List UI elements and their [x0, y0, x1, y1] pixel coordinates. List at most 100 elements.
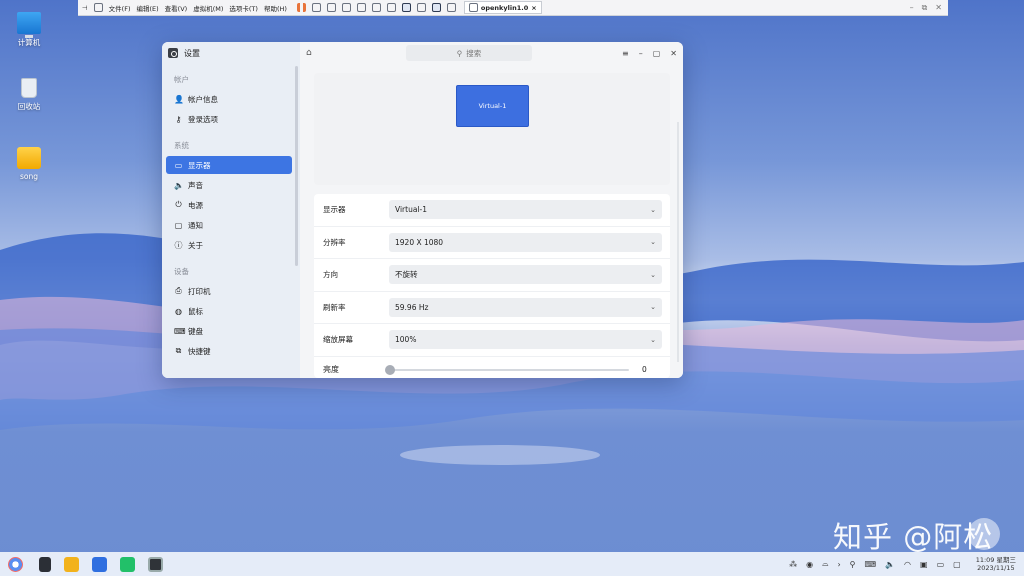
file-manager-icon[interactable]: [64, 556, 79, 572]
system-tray: ⁂ ◉ ⌓ › ⚲ ⌨ 🔈 ◠ ▣ ▭ ▢ 11:09 星期三 2023/11/…: [789, 556, 1016, 572]
desktop-icon-trash[interactable]: 回收站: [4, 78, 54, 112]
vm-menu-view[interactable]: 查看(V): [165, 3, 188, 13]
console-icon[interactable]: [431, 3, 441, 12]
notes-icon[interactable]: [120, 556, 135, 572]
settings-main: ⌂ ⚲ 搜索 ≡ – ▢ ✕ Virtual-1 显示器 Virtual-1 ⌄ 分辨…: [300, 42, 683, 378]
chevron-down-icon: ⌄: [650, 303, 656, 312]
sidebar-item-notification[interactable]: ▢ 通知: [166, 216, 292, 234]
sidebar-item-shortcut[interactable]: ⧉ 快捷键: [166, 342, 292, 360]
vm-tab-title: openkylin1.0: [480, 3, 529, 12]
desktop-icon-computer[interactable]: 计算机: [4, 12, 54, 48]
vm-menu-file[interactable]: 文件(F): [109, 3, 131, 13]
sidebar-item-printer[interactable]: ⎙ 打印机: [166, 282, 292, 300]
clock[interactable]: 11:09 星期三 2023/11/15: [976, 556, 1016, 572]
setting-dropdown[interactable]: Virtual-1 ⌄: [389, 200, 662, 220]
vm-back-icon[interactable]: ⊣: [82, 4, 88, 12]
sidebar-item-label: 打印机: [188, 286, 211, 296]
unity-icon[interactable]: [416, 3, 426, 12]
snapshot-manager-icon[interactable]: [356, 3, 366, 12]
brightness-value: 0: [642, 365, 647, 374]
desktop-icon-folder[interactable]: song: [4, 147, 54, 181]
sidebar-scrollbar[interactable]: [295, 66, 298, 266]
sidebar-item-monitor[interactable]: ▭ 显示器: [166, 156, 292, 174]
clock-time: 11:09 星期三: [975, 556, 1016, 564]
revert-snapshot-icon[interactable]: [341, 3, 351, 12]
vm-menu-help[interactable]: 帮助(H): [264, 3, 287, 13]
multitask-icon[interactable]: [39, 556, 51, 572]
setting-label: 显示器: [323, 205, 346, 215]
setting-label: 方向: [323, 270, 338, 280]
window-switch-icon[interactable]: ▣: [920, 560, 928, 569]
window-title: 设置: [184, 48, 200, 58]
settings-taskbar-icon[interactable]: [148, 556, 163, 572]
sidebar-item-user[interactable]: 👤 帐户信息: [166, 90, 292, 108]
setting-dropdown[interactable]: 不旋转 ⌄: [389, 265, 662, 285]
watermark-avatar: [968, 518, 1000, 550]
thumbnail-icon[interactable]: [386, 3, 396, 12]
vm-menu-vm[interactable]: 虚拟机(M): [193, 3, 223, 13]
main-scrollbar[interactable]: [677, 122, 679, 362]
stretch-icon[interactable]: [446, 3, 456, 12]
maximize-icon[interactable]: ▢: [653, 49, 661, 58]
restore-icon[interactable]: ⧉: [922, 3, 928, 13]
user-icon: 👤: [174, 94, 184, 104]
close-icon[interactable]: ✕: [935, 3, 942, 13]
sidebar-toggle-icon[interactable]: [371, 3, 381, 12]
sidebar-item-label: 电源: [188, 200, 203, 210]
vm-menu-tabs[interactable]: 选项卡(T): [229, 3, 258, 13]
setting-label: 分辨率: [323, 237, 346, 247]
input-method-icon[interactable]: ◉: [806, 560, 813, 569]
sidebar-group-title: 设备: [174, 267, 189, 276]
computer-icon: [17, 12, 41, 38]
dropdown-value: Virtual-1: [395, 205, 427, 215]
window-controls: ≡ – ▢ ✕: [622, 49, 677, 58]
expand-tray-icon[interactable]: ›: [837, 560, 840, 569]
sidebar-item-info[interactable]: ⓘ 关于: [166, 236, 292, 254]
vm-library-icon[interactable]: [93, 3, 103, 12]
sidebar-item-label: 通知: [188, 220, 203, 230]
vm-tab[interactable]: openkylin1.0 ×: [463, 1, 542, 14]
setting-row: 显示器 Virtual-1 ⌄: [314, 194, 670, 227]
volume-icon[interactable]: 🔈: [885, 560, 895, 569]
message-icon[interactable]: ▭: [937, 560, 945, 569]
setting-label: 刷新率: [323, 302, 346, 312]
fullscreen-icon[interactable]: [401, 3, 411, 12]
brightness-slider[interactable]: [385, 364, 629, 375]
sidebar-item-label: 登录选项: [188, 114, 218, 124]
monitor-preview[interactable]: Virtual-1: [456, 85, 529, 127]
vm-menu-edit[interactable]: 编辑(E): [136, 3, 158, 13]
sidebar-item-label: 帐户信息: [188, 94, 218, 104]
bluetooth-icon[interactable]: ⌓: [822, 559, 828, 569]
dropdown-value: 100%: [395, 335, 417, 345]
wifi-icon[interactable]: ◠: [904, 560, 911, 569]
send-keys-icon[interactable]: [311, 3, 321, 12]
menu-icon[interactable]: ≡: [622, 49, 629, 58]
close-tab-icon[interactable]: ×: [531, 4, 536, 12]
pause-icon[interactable]: [296, 3, 306, 12]
sidebar-item-power[interactable]: ⏻ 电源: [166, 196, 292, 214]
setting-dropdown[interactable]: 1920 X 1080 ⌄: [389, 232, 662, 252]
app-store-icon[interactable]: [92, 556, 107, 572]
snapshot-icon[interactable]: [326, 3, 336, 12]
search-icon[interactable]: ⚲: [850, 560, 856, 569]
setting-dropdown[interactable]: 100% ⌄: [389, 330, 662, 350]
setting-dropdown[interactable]: 59.96 Hz ⌄: [389, 297, 662, 317]
network-icon[interactable]: ⁂: [789, 560, 797, 569]
settings-sidebar: 设置 帐户 👤 帐户信息 ⚷ 登录选项 系统 ▭ 显示器 🔈 声音 ⏻ 电源 ▢ 通知 ⓘ 关于 设备 ⎙ 打印机 ◍…: [162, 42, 300, 378]
start-menu-icon[interactable]: [8, 556, 23, 572]
setting-row: 刷新率 59.96 Hz ⌄: [314, 292, 670, 324]
brightness-slider-handle[interactable]: [385, 364, 395, 375]
sidebar-item-speaker[interactable]: 🔈 声音: [166, 176, 292, 194]
notification-center-icon[interactable]: ▢: [953, 560, 961, 569]
keyboard-icon[interactable]: ⌨: [865, 560, 877, 569]
close-icon[interactable]: ✕: [670, 49, 677, 58]
home-icon[interactable]: ⌂: [306, 48, 312, 58]
minimize-icon[interactable]: –: [639, 49, 643, 58]
sidebar-item-keyboard[interactable]: ⌨ 键盘: [166, 322, 292, 340]
sidebar-item-mouse[interactable]: ◍ 鼠标: [166, 302, 292, 320]
display-preview: Virtual-1: [314, 73, 670, 185]
search-input[interactable]: ⚲ 搜索: [406, 45, 532, 61]
minimize-icon[interactable]: –: [910, 3, 914, 13]
sidebar-item-label: 鼠标: [188, 306, 203, 316]
sidebar-item-key[interactable]: ⚷ 登录选项: [166, 110, 292, 128]
